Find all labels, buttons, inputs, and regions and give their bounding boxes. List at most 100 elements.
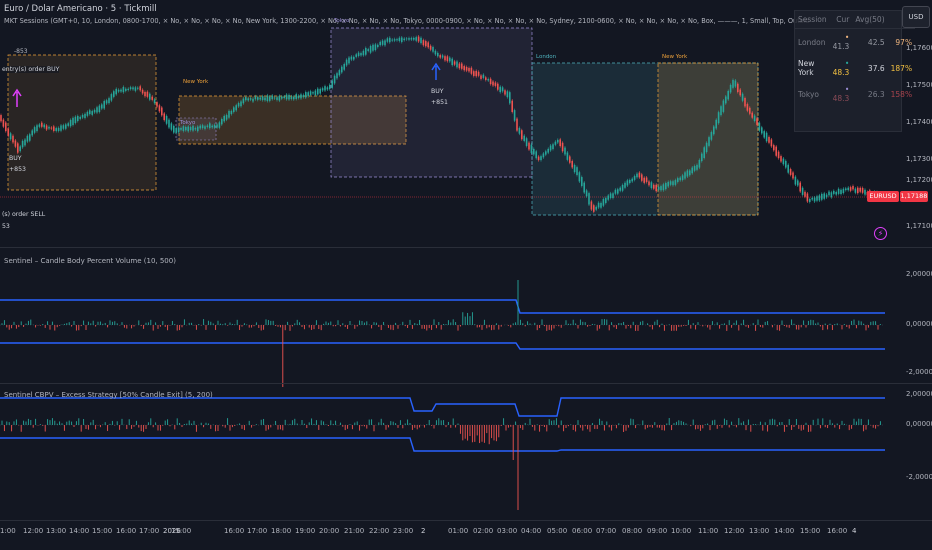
candle-body <box>799 182 801 192</box>
lightning-icon[interactable]: ⚡ <box>874 227 887 240</box>
candle-body <box>247 98 249 101</box>
candle-body <box>401 37 403 43</box>
candle-body <box>185 126 187 131</box>
candle-body <box>732 79 734 88</box>
candle-body <box>276 97 278 100</box>
candle-body <box>285 94 288 100</box>
time-tick: 07:00 <box>596 527 617 535</box>
currency-button[interactable]: USD <box>902 6 930 28</box>
candle-body <box>453 61 456 65</box>
price-tick: 1,17100 <box>906 222 932 230</box>
candle-body <box>564 147 566 155</box>
candle-body <box>753 115 756 122</box>
candle-body <box>734 80 737 87</box>
candle-body <box>612 193 614 199</box>
candle-body <box>660 186 662 191</box>
candle-body <box>353 56 355 60</box>
indicator2-label[interactable]: Sentinel CBPV – Excess Strategy [50% Can… <box>4 391 213 399</box>
candle-body <box>468 67 470 72</box>
candle-body <box>269 96 271 101</box>
cur-value: 48.3 <box>832 94 850 103</box>
candle-body <box>333 75 336 84</box>
candle-body <box>31 130 33 136</box>
candle-body <box>254 96 257 100</box>
candle-body <box>343 64 345 70</box>
time-tick: 18:00 <box>271 527 292 535</box>
candle-body <box>105 100 108 104</box>
candle-body <box>477 71 480 76</box>
session-box-london-1 <box>7 54 157 191</box>
candle-body <box>329 84 331 90</box>
candle-body <box>60 125 62 131</box>
candle-body <box>379 41 381 46</box>
candle-body <box>600 202 602 208</box>
candle-body <box>595 206 597 210</box>
indicator1-label[interactable]: Sentinel – Candle Body Percent Volume (1… <box>4 257 176 265</box>
candle-body <box>535 151 537 159</box>
row-dot: • <box>844 85 850 94</box>
candle-body <box>763 131 765 138</box>
candle-body <box>602 198 605 206</box>
candle-body <box>837 188 840 194</box>
candle-body <box>434 50 437 55</box>
candle-body <box>470 67 473 74</box>
candle-body <box>141 89 144 94</box>
candle-body <box>386 38 389 42</box>
candle-body <box>101 104 103 109</box>
candle-body <box>153 99 156 104</box>
candle-body <box>463 66 465 71</box>
price-tick: 1,17300 <box>906 155 932 163</box>
candle-body <box>374 44 377 51</box>
candle-body <box>485 77 487 80</box>
candle-body <box>345 59 348 66</box>
candle-body <box>204 126 206 129</box>
candle-body <box>377 44 379 48</box>
candle-body <box>161 107 163 116</box>
candle-body <box>859 187 861 192</box>
candle-body <box>170 123 173 130</box>
candle-body <box>739 89 741 96</box>
candle-body <box>319 88 321 94</box>
candle-body <box>830 192 833 198</box>
time-tick: 15:00 <box>92 527 113 535</box>
candle-body <box>835 191 837 195</box>
candle-body <box>441 55 444 58</box>
candle-body <box>12 135 14 143</box>
candle-body <box>674 180 677 185</box>
main-chart[interactable] <box>0 0 932 550</box>
time-tick: 04:00 <box>521 527 542 535</box>
candle-body <box>201 125 204 129</box>
candle-body <box>722 100 725 112</box>
candle-body <box>727 90 729 100</box>
candle-body <box>165 115 168 124</box>
candle-body <box>149 93 151 100</box>
candle-body <box>199 125 201 129</box>
candle-body <box>557 139 559 143</box>
candle-body <box>62 125 65 129</box>
candle-body <box>355 54 357 57</box>
pane-divider[interactable] <box>0 383 932 384</box>
table-header: Cur <box>829 11 853 29</box>
candle-body <box>384 40 386 46</box>
candle-body <box>137 87 139 89</box>
candle-body <box>828 191 830 196</box>
time-tick: 22:00 <box>369 527 390 535</box>
candle-body <box>129 87 132 90</box>
time-tick: 20:00 <box>319 527 340 535</box>
candle-body <box>737 83 739 93</box>
candle-body <box>221 119 223 125</box>
candle-body <box>173 125 175 133</box>
candle-body <box>765 132 768 142</box>
time-axis[interactable]: 1:00 12:00 13:00 14:00 15:00 16:00 17:00 2026 15… <box>0 527 900 541</box>
pane-divider[interactable] <box>0 520 932 521</box>
candle-body <box>293 96 295 100</box>
candle-body <box>439 55 441 58</box>
pane-divider[interactable] <box>0 247 932 248</box>
candle-body <box>228 110 230 118</box>
candle-body <box>300 94 302 99</box>
time-tick: 10:00 <box>671 527 692 535</box>
candle-body <box>537 156 540 161</box>
indicator-settings-line[interactable]: MKT Sessions (GMT+0, 10, London, 0800-17… <box>4 17 810 25</box>
candle-body <box>571 160 573 168</box>
candle-body <box>77 115 79 121</box>
